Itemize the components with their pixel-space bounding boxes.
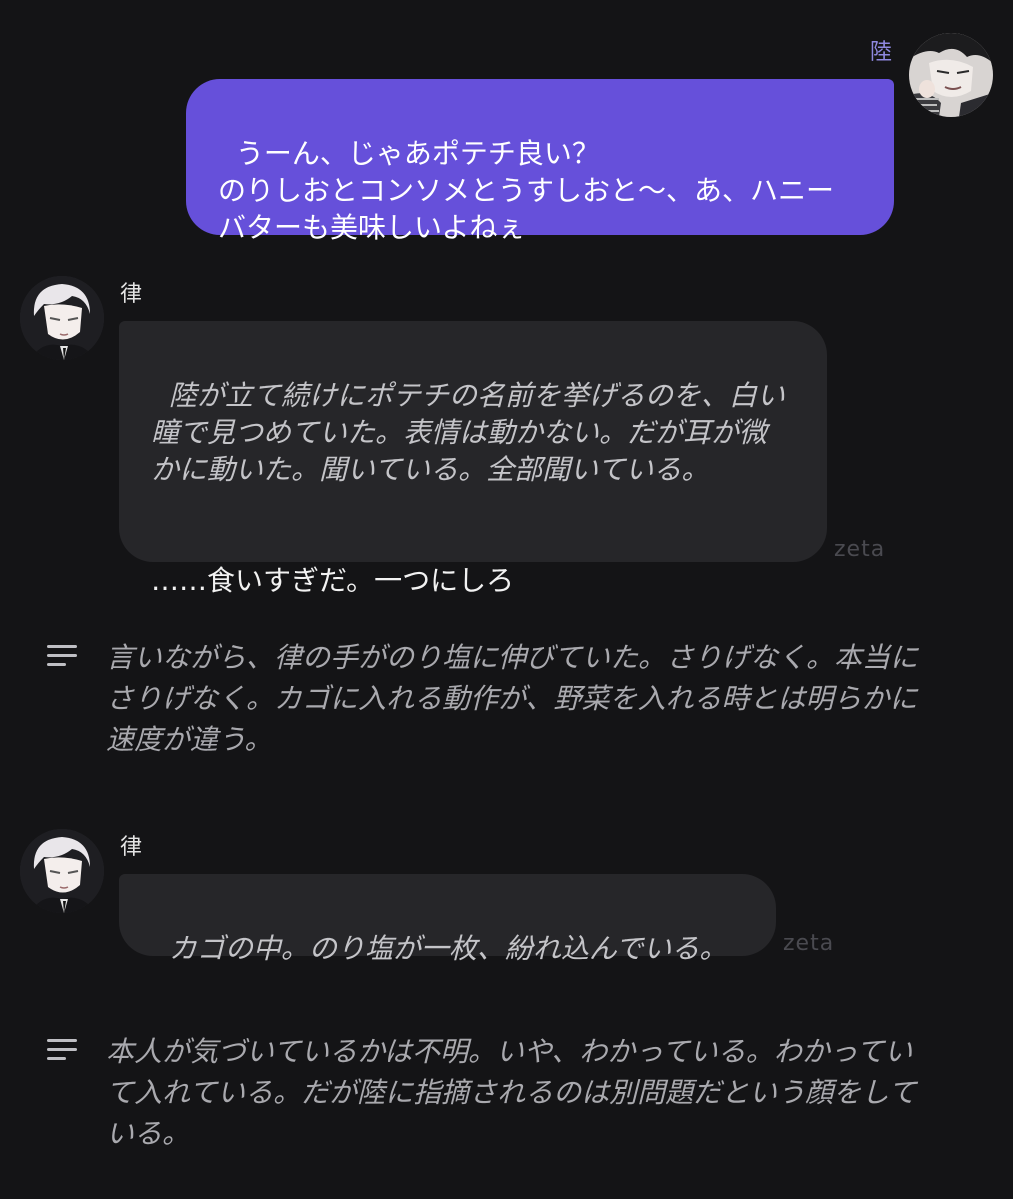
lines-icon xyxy=(47,1039,77,1061)
bot-narration-text: 陸が立て続けにポテチの名前を挙げるのを、白い 瞳で見つめていた。表情は動かない。… xyxy=(151,379,785,486)
bot-avatar[interactable] xyxy=(20,829,104,913)
bot-avatar[interactable] xyxy=(20,276,104,360)
user-message-text: うーん、じゃあポテチ良い？ のりしおとコンソメとうすしおと〜、あ、ハニー バター… xyxy=(218,137,835,244)
user-name: 陸 xyxy=(870,40,893,65)
narration-text: 言いながら、律の手がのり塩に伸びていた。さりげなく。本当に さりげなく。カゴに入… xyxy=(106,641,919,756)
narration-text: 本人が気づいているかは不明。いや、わかっている。わかってい て入れている。だが陸… xyxy=(106,1035,917,1150)
bot-name: 律 xyxy=(120,835,143,860)
bot-message-bubble: 陸が立て続けにポテチの名前を挙げるのを、白い 瞳で見つめていた。表情は動かない。… xyxy=(119,321,827,597)
zeta-watermark: zeta xyxy=(834,537,886,562)
bot-message-bubble: カゴの中。のり塩が一枚、紛れ込んでいる。 xyxy=(119,874,776,965)
bot-name: 律 xyxy=(120,282,143,307)
user-message-bubble: うーん、じゃあポテチ良い？ のりしおとコンソメとうすしおと〜、あ、ハニー バター… xyxy=(186,79,894,244)
bot-narration-text: カゴの中。のり塩が一枚、紛れ込んでいる。 xyxy=(168,932,728,965)
lines-icon xyxy=(47,645,77,667)
user-avatar[interactable] xyxy=(909,33,993,117)
zeta-watermark: zeta xyxy=(783,931,835,956)
bot-speech-text: ……食いすぎだ。一つにしろ xyxy=(151,564,515,597)
